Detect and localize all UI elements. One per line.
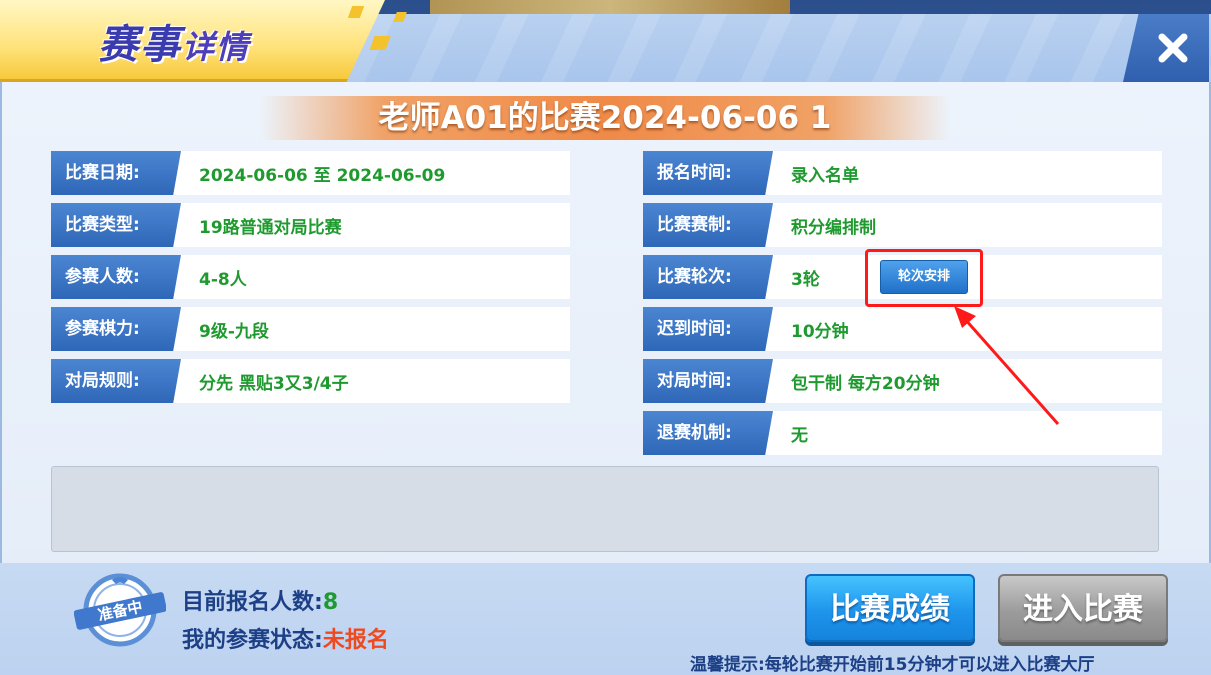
status-stamp-icon: 准备中 (74, 573, 166, 647)
field-value: 2024-06-06 至 2024-06-09 (199, 165, 446, 186)
field-label: 比赛日期: (51, 151, 181, 195)
field-row-game-time: 对局时间: 包干制 每方20分钟 (643, 359, 1162, 403)
field-value: 分先 黑贴3又3/4子 (199, 373, 349, 394)
field-row-rules: 对局规则: 分先 黑贴3又3/4子 (51, 359, 570, 403)
registration-count-value: 8 (322, 590, 339, 615)
field-label: 比赛轮次: (643, 255, 773, 299)
field-row-type: 比赛类型: 19路普通对局比赛 (51, 203, 570, 247)
match-results-button[interactable]: 比赛成绩 (805, 574, 975, 642)
field-value: 3轮 (791, 269, 820, 290)
enter-match-button[interactable]: 进入比赛 (998, 574, 1168, 642)
field-row-date: 比赛日期: 2024-06-06 至 2024-06-09 (51, 151, 570, 195)
field-value: 9级-九段 (199, 321, 269, 342)
match-notes-area (51, 466, 1159, 552)
field-value: 4-8人 (199, 269, 247, 290)
match-title: 老师A01的比赛2024-06-06 1 (378, 100, 832, 136)
field-value: 积分编排制 (791, 217, 876, 238)
field-value: 10分钟 (791, 321, 849, 342)
field-row-strength: 参赛棋力: 9级-九段 (51, 307, 570, 351)
registration-count-label: 目前报名人数: (182, 590, 323, 615)
field-label: 对局规则: (51, 359, 181, 403)
field-value: 录入名单 (791, 165, 859, 186)
field-value: 无 (791, 425, 808, 446)
registration-status-label: 我的参赛状态: (182, 628, 323, 653)
field-label: 退赛机制: (643, 411, 773, 455)
field-label: 迟到时间: (643, 307, 773, 351)
field-label: 比赛赛制: (643, 203, 773, 247)
dialog-title-main: 赛事 (98, 22, 182, 68)
field-label: 参赛棋力: (51, 307, 181, 351)
tip-text: 温馨提示:每轮比赛开始前15分钟才可以进入比赛大厅 (690, 655, 1095, 675)
field-label: 比赛类型: (51, 203, 181, 247)
field-label: 对局时间: (643, 359, 773, 403)
field-value: 19路普通对局比赛 (199, 217, 342, 238)
registration-status: 我的参赛状态:未报名 (182, 622, 389, 654)
field-label: 参赛人数: (51, 255, 181, 299)
field-row-format: 比赛赛制: 积分编排制 (643, 203, 1162, 247)
close-icon (1158, 33, 1188, 63)
field-label: 报名时间: (643, 151, 773, 195)
field-row-registration-time: 报名时间: 录入名单 (643, 151, 1162, 195)
highlight-annotation-box (865, 249, 983, 307)
field-row-participants: 参赛人数: 4-8人 (51, 255, 570, 299)
field-row-withdrawal: 退赛机制: 无 (643, 411, 1162, 455)
dialog-title: 赛事详情 (98, 12, 250, 72)
registration-status-value: 未报名 (322, 628, 389, 653)
field-value: 包干制 每方20分钟 (791, 373, 940, 394)
field-row-late-time: 迟到时间: 10分钟 (643, 307, 1162, 351)
registration-count: 目前报名人数:8 (182, 584, 338, 616)
dialog-title-sub: 详情 (182, 28, 251, 66)
